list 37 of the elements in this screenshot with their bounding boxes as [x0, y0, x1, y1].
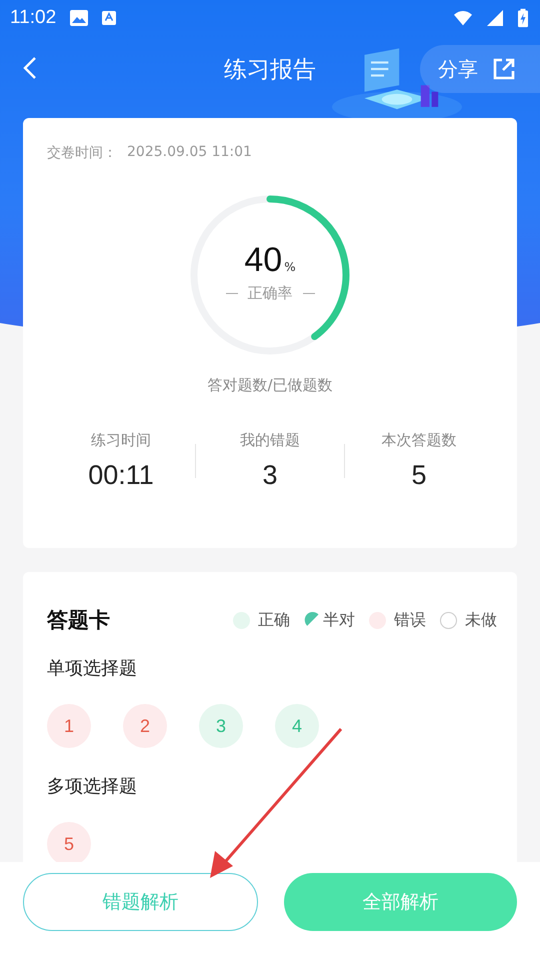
- battery-icon: [518, 8, 528, 28]
- analysis-button[interactable]: 全部解析: [284, 873, 517, 931]
- percent-unit: %: [284, 260, 296, 274]
- question-number[interactable]: 1: [47, 704, 91, 748]
- stat-value: 00:11: [88, 460, 154, 491]
- share-button[interactable]: 分享: [420, 45, 540, 93]
- stat-value: 3: [262, 460, 278, 491]
- legend-label: 半对: [323, 610, 355, 630]
- stat-label: 练习时间: [91, 431, 151, 450]
- stat-label: 本次答题数: [382, 431, 456, 450]
- legend-dot: [440, 612, 457, 628]
- stat-label: 我的错题: [240, 431, 300, 450]
- signal-icon: [486, 10, 504, 26]
- answer-card-title: 答题卡: [47, 607, 110, 634]
- status-time: 11:02: [10, 7, 56, 29]
- wifi-icon: [454, 10, 472, 26]
- submit-label: 交卷时间：: [47, 144, 117, 162]
- question-number[interactable]: 3: [199, 704, 243, 748]
- accuracy-label: 正确率: [248, 284, 292, 303]
- share-icon: [492, 57, 516, 81]
- section-title: 单项选择题: [47, 657, 138, 680]
- section-title: 多项选择题: [47, 775, 138, 798]
- half-correct-icon: [304, 612, 321, 628]
- analysis-button[interactable]: 错题解析: [23, 873, 258, 931]
- submit-time: 2025.09.05 11:01: [127, 144, 252, 162]
- legend-label: 未做: [465, 610, 497, 630]
- image-icon: [70, 10, 88, 26]
- question-number[interactable]: 4: [275, 704, 319, 748]
- page-title: 练习报告: [224, 56, 316, 84]
- text-icon: [102, 10, 116, 26]
- legend-label: 正确: [258, 610, 290, 630]
- legend-label: 错误: [394, 610, 426, 630]
- question-number[interactable]: 2: [123, 704, 167, 748]
- legend-dot: [233, 612, 250, 628]
- accuracy-value: 40: [244, 241, 282, 280]
- stat-value: 5: [411, 460, 427, 491]
- ring-caption: 答对题数/已做题数: [206, 376, 334, 395]
